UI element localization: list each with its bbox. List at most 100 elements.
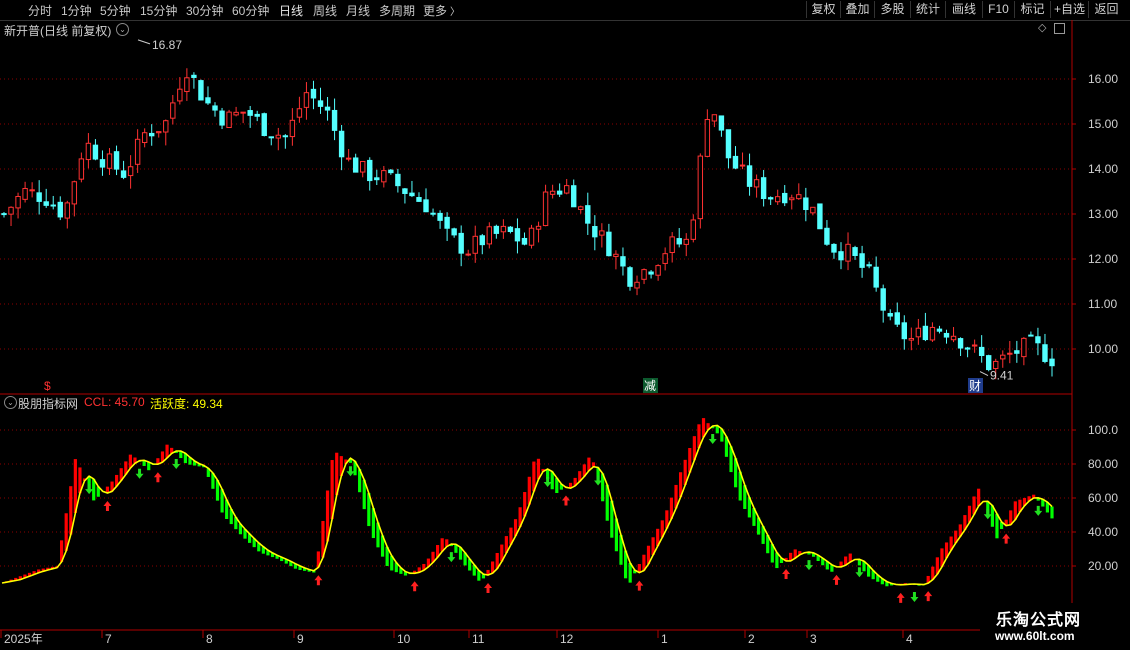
- sell-arrow-icon: [346, 466, 355, 477]
- buy-arrow-icon: [832, 574, 841, 585]
- sell-arrow-icon: [543, 477, 552, 488]
- period-tab-3[interactable]: 15分钟: [140, 2, 177, 19]
- candle-body: [950, 335, 957, 341]
- candle-body: [345, 157, 352, 160]
- candle-body: [915, 327, 922, 338]
- s-marker: $: [44, 379, 51, 393]
- candle-body: [641, 269, 647, 280]
- tool-button-4[interactable]: 画线: [945, 1, 982, 18]
- period-tab-4[interactable]: 30分钟: [186, 2, 223, 19]
- price-axis-label: 13.00: [1088, 207, 1118, 221]
- window-toggle-icon[interactable]: [1054, 23, 1065, 34]
- candle-body: [29, 189, 35, 192]
- tool-button-1[interactable]: 叠加: [840, 1, 874, 18]
- candle-body: [1049, 358, 1055, 367]
- tool-button-3[interactable]: 统计: [910, 1, 945, 18]
- candle-body: [226, 111, 232, 129]
- candle-body: [634, 281, 640, 289]
- buy-arrow-icon: [410, 581, 419, 592]
- candle-body: [219, 110, 225, 126]
- candle-body: [606, 231, 612, 257]
- period-tab-0[interactable]: 分时: [28, 2, 52, 19]
- date-axis-label: 2: [748, 632, 755, 646]
- candle-body: [599, 230, 605, 236]
- candle-body: [507, 226, 514, 232]
- candle-body: [556, 190, 563, 195]
- candle-body: [887, 313, 893, 317]
- candle-body: [908, 337, 915, 341]
- period-tab-5[interactable]: 60分钟: [232, 2, 269, 19]
- candle-body: [367, 159, 373, 182]
- date-axis-label: 3: [810, 632, 817, 646]
- candle-body: [8, 206, 14, 215]
- tool-button-7[interactable]: +自选: [1050, 1, 1088, 18]
- candle-body: [374, 177, 380, 181]
- candle-body: [141, 132, 148, 144]
- candle-body: [388, 169, 394, 174]
- candle-body: [184, 77, 190, 93]
- watermark-title: 乐淘公式网: [996, 612, 1082, 629]
- candle-body: [310, 88, 317, 99]
- period-tab-9[interactable]: 多周期: [379, 2, 415, 19]
- candle-body: [824, 227, 830, 245]
- candle-body: [458, 232, 464, 254]
- indicator-axis-label: 80.00: [1088, 457, 1118, 471]
- tool-button-2[interactable]: 多股: [874, 1, 910, 18]
- candle-body: [472, 235, 478, 254]
- activity-line: [1, 424, 1053, 586]
- sell-arrow-icon: [1034, 505, 1043, 516]
- candle-body: [578, 206, 584, 210]
- candle-body: [1042, 344, 1048, 362]
- candle-body: [303, 92, 310, 108]
- candle-body: [528, 227, 535, 246]
- candle-body: [120, 170, 127, 178]
- buy-arrow-icon: [484, 583, 493, 594]
- candle-body: [1007, 352, 1013, 355]
- candle-body: [669, 236, 675, 254]
- period-tab-2[interactable]: 5分钟: [100, 2, 131, 19]
- sell-arrow-icon: [447, 552, 456, 563]
- buy-arrow-icon: [924, 591, 933, 602]
- period-tab-1[interactable]: 1分钟: [61, 2, 92, 19]
- sell-arrow-icon: [910, 592, 919, 603]
- activity-value-label: 活跃度: 49.34: [150, 397, 223, 411]
- candle-body: [746, 165, 753, 187]
- candle-body: [338, 130, 345, 158]
- candle-body: [156, 131, 162, 134]
- sell-arrow-icon: [804, 560, 813, 571]
- tool-button-6[interactable]: 标记: [1014, 1, 1050, 18]
- collapse-chevron-icon[interactable]: ⌄: [116, 23, 129, 36]
- candle-body: [704, 119, 711, 157]
- tool-button-5[interactable]: F10: [982, 1, 1014, 18]
- candle-body: [15, 195, 21, 209]
- candle-body: [451, 228, 457, 236]
- period-tab-7[interactable]: 周线: [313, 2, 337, 19]
- candle-body: [444, 216, 450, 229]
- buy-arrow-icon: [153, 472, 162, 483]
- candle-body: [732, 155, 739, 169]
- date-axis-label: 11: [472, 632, 485, 646]
- date-axis-label: 8: [206, 632, 213, 646]
- candle-body: [760, 177, 767, 200]
- candle-body: [409, 192, 415, 197]
- candle-body: [627, 267, 633, 287]
- candle-body: [191, 74, 197, 78]
- finance-marker: 财: [969, 379, 981, 393]
- candle-body: [866, 264, 872, 267]
- candle-body: [85, 142, 92, 161]
- indicator-axis-label: 20.00: [1088, 559, 1118, 573]
- candle-body: [149, 132, 155, 137]
- price-axis-label: 16.00: [1088, 72, 1118, 86]
- diamond-icon[interactable]: ◇: [1038, 21, 1046, 34]
- period-tab-6[interactable]: 日线: [279, 2, 303, 19]
- candle-body: [964, 347, 971, 350]
- tool-button-0[interactable]: 复权: [806, 1, 840, 18]
- date-axis-label: 9: [297, 632, 304, 646]
- indicator-settings-icon[interactable]: ⌄: [4, 396, 17, 409]
- candle-body: [163, 120, 169, 133]
- period-tab-10[interactable]: 更多: [423, 2, 447, 19]
- sell-arrow-icon: [594, 475, 603, 486]
- period-tab-8[interactable]: 月线: [346, 2, 370, 19]
- tool-button-8[interactable]: 返回: [1088, 1, 1124, 18]
- more-arrow-icon[interactable]: 〉: [450, 3, 460, 18]
